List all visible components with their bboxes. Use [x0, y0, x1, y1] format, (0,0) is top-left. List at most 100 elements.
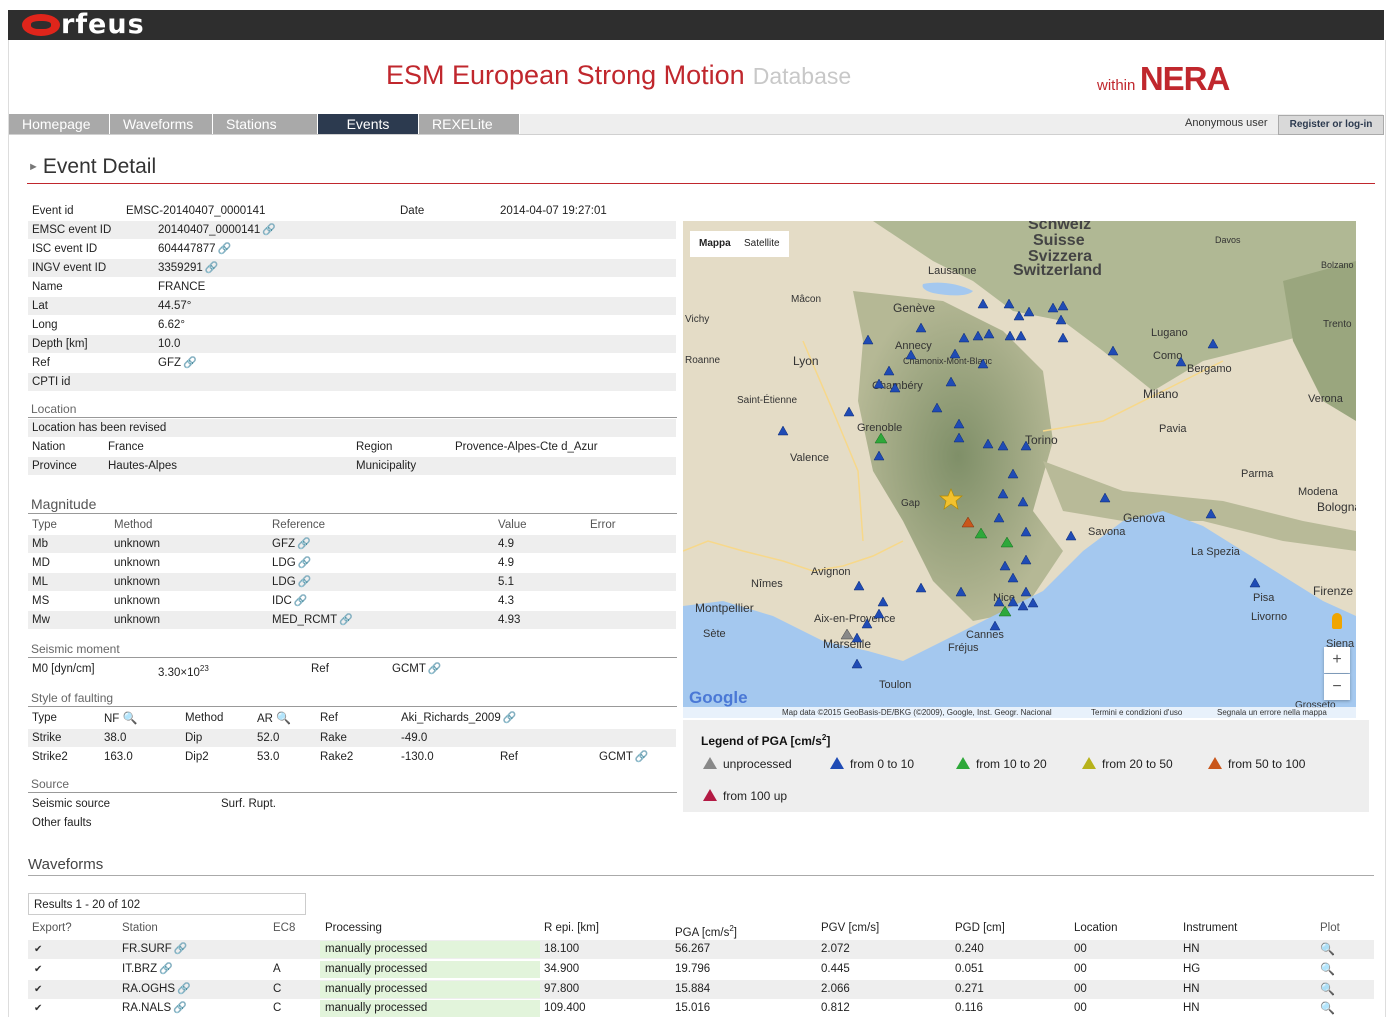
map-tab-mappa[interactable]: Mappa: [690, 231, 740, 257]
map-label: Roanne: [685, 355, 720, 366]
station-link[interactable]: RA.NALS 🔗: [122, 999, 187, 1018]
strike2-value: 163.0: [104, 751, 133, 763]
moment-ref-link[interactable]: GCMT 🔗: [392, 660, 442, 678]
magnifier-icon: 🔍: [276, 711, 292, 725]
depth-row: Depth [km] 10.0: [28, 335, 676, 353]
link-icon: 🔗: [634, 751, 649, 763]
ref2-value: GCMT: [599, 751, 633, 763]
export-checkbox[interactable]: ✔: [34, 980, 42, 999]
link-icon: 🔗: [177, 983, 191, 995]
map-label: Sète: [703, 628, 726, 640]
emsc-row: EMSC event ID 20140407_0000141 🔗: [28, 221, 676, 239]
zoom-out-button[interactable]: −: [1324, 674, 1350, 700]
instrument-code: HG: [1183, 963, 1201, 975]
ref2-link[interactable]: GCMT 🔗: [599, 748, 649, 766]
link-icon: 🔗: [173, 1002, 187, 1014]
zoom-in-button[interactable]: +: [1324, 647, 1350, 673]
map-label: Lugano: [1151, 327, 1188, 339]
plot-magnifier-icon[interactable]: 🔍: [1320, 980, 1335, 999]
link-icon: 🔗: [297, 576, 312, 588]
location-divider: [28, 417, 677, 418]
repi-value: 109.400: [544, 1002, 586, 1014]
title-divider: [27, 183, 1375, 184]
cpti-label: CPTI id: [32, 376, 71, 388]
location-revised-row: Location has been revised: [28, 419, 676, 437]
plot-magnifier-icon[interactable]: 🔍: [1320, 999, 1335, 1018]
mag-reference-link[interactable]: LDG 🔗: [272, 573, 311, 591]
col-instrument: Instrument: [1183, 922, 1238, 934]
station-link[interactable]: FR.SURF 🔗: [122, 940, 188, 959]
plot-magnifier-icon[interactable]: 🔍: [1320, 960, 1335, 979]
tab-homepage[interactable]: Homepage: [9, 114, 110, 134]
instrument-code: HN: [1183, 1002, 1200, 1014]
mag-reference-link[interactable]: LDG 🔗: [272, 554, 311, 572]
mag-type: Mw: [32, 614, 50, 626]
main-nav: Homepage Waveforms Stations Events REXEL…: [9, 114, 1383, 135]
isc-link[interactable]: 604447877 🔗: [158, 240, 231, 258]
faulting-method-link[interactable]: AR 🔍: [257, 709, 291, 728]
faulting-ref-link[interactable]: Aki_Richards_2009 🔗: [401, 709, 516, 727]
mag-type: ML: [32, 576, 48, 588]
legend-label: from 20 to 50: [1102, 757, 1173, 771]
mag-reference-link[interactable]: GFZ 🔗: [272, 535, 311, 553]
export-checkbox[interactable]: ✔: [34, 999, 42, 1018]
google-logo[interactable]: Google: [689, 688, 748, 707]
dip-value: 52.0: [257, 732, 280, 744]
repi-value: 97.800: [544, 983, 580, 995]
map-label: Nîmes: [751, 578, 783, 590]
magnitude-heading: Magnitude: [31, 496, 97, 512]
orfeus-logo[interactable]: rfeus: [22, 11, 145, 38]
moment-ref-label: Ref: [311, 663, 329, 675]
export-checkbox[interactable]: ✔: [34, 960, 42, 979]
tab-stations[interactable]: Stations: [213, 114, 318, 134]
mag-reference-link[interactable]: IDC 🔗: [272, 592, 308, 610]
strike-value: 38.0: [104, 732, 127, 744]
tab-waveforms[interactable]: Waveforms: [110, 114, 213, 134]
processing-status: manually processed: [325, 963, 428, 975]
register-button[interactable]: Register or log-in: [1278, 115, 1384, 135]
dip2-label: Dip2: [185, 751, 209, 763]
rake-label: Rake: [320, 732, 347, 744]
pgv-value: 2.072: [821, 943, 850, 955]
mag-reference: GFZ: [272, 538, 295, 550]
export-checkbox[interactable]: ✔: [34, 940, 42, 959]
mag-reference-link[interactable]: MED_RCMT 🔗: [272, 611, 353, 629]
col-ec8: EC8: [273, 922, 296, 934]
map-label: Torino: [1025, 433, 1058, 447]
emsc-link[interactable]: 20140407_0000141 🔗: [158, 221, 276, 239]
map-report-link[interactable]: Segnala un errore nella mappa: [1217, 708, 1327, 717]
faulting-type-link[interactable]: NF 🔍: [104, 709, 138, 728]
map-tab-satellite[interactable]: Satellite: [735, 231, 789, 257]
station-map[interactable]: Schweiz Suisse Svizzera Switzerland Laus…: [683, 221, 1356, 718]
isc-row: ISC event ID 604447877 🔗: [28, 240, 676, 258]
link-icon: 🔗: [427, 663, 442, 675]
top-bar: rfeus: [8, 10, 1384, 40]
ref-link[interactable]: GFZ 🔗: [158, 354, 197, 372]
col-repi: R epi. [km]: [544, 922, 599, 934]
triangle-icon: [1082, 757, 1096, 769]
station-link[interactable]: RA.OGHS 🔗: [122, 980, 191, 999]
ingv-link[interactable]: 3359291 🔗: [158, 259, 218, 277]
map-label: Verona: [1308, 393, 1344, 405]
station-link[interactable]: IT.BRZ 🔗: [122, 960, 173, 979]
tab-events[interactable]: Events: [318, 114, 419, 134]
location-code: 00: [1074, 983, 1087, 995]
faulting-divider: [28, 706, 677, 707]
pga-legend: Legend of PGA [cm/s2] unprocessed from 0…: [683, 720, 1369, 812]
collapse-arrow-icon[interactable]: ►: [28, 161, 39, 173]
mag-type: MS: [32, 595, 50, 607]
plot-magnifier-icon[interactable]: 🔍: [1320, 940, 1335, 959]
map-label: Switzerland: [1013, 262, 1102, 279]
col-plot: Plot: [1320, 922, 1340, 934]
map-label: Parma: [1241, 468, 1274, 480]
pegman-icon[interactable]: [1324, 613, 1350, 637]
tab-rexelite[interactable]: REXELite: [419, 114, 520, 134]
map-terms-link[interactable]: Termini e condizioni d'uso: [1091, 708, 1183, 717]
cpti-row: CPTI id: [28, 373, 676, 391]
nera-logo[interactable]: within NERA: [1097, 60, 1230, 98]
magnitude-row: Mb unknown GFZ 🔗 4.9: [28, 535, 676, 553]
magnitude-divider: [28, 513, 677, 514]
mag-reference: LDG: [272, 576, 296, 588]
legend-title: Legend of PGA [cm/s2]: [701, 733, 830, 748]
event-id-row: Event id EMSC-20140407_0000141 Date 2014…: [28, 202, 676, 220]
